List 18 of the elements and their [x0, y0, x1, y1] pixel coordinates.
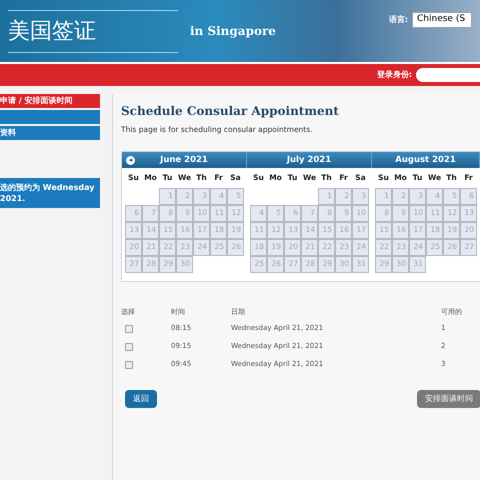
month-title: June 2021 [160, 154, 208, 167]
month-title: August 2021 [395, 154, 456, 167]
site-title: 美国签证 [8, 10, 178, 52]
slot-checkbox[interactable] [125, 342, 133, 350]
site-subtitle: in Singapore [190, 23, 276, 40]
selected-appointment-notice: 选的预约为 Wednesday 2021. [0, 178, 100, 208]
sidebar-item[interactable]: 申请 / 安排面谈时间 [0, 94, 100, 108]
account-label: 登录身份: [376, 69, 412, 81]
slot-checkbox[interactable] [125, 360, 133, 368]
month-title: July 2021 [286, 154, 332, 167]
slot-checkbox[interactable] [125, 324, 133, 332]
account-field[interactable] [416, 68, 480, 82]
back-button[interactable]: 返回 [125, 390, 157, 408]
page-title: Schedule Consular Appointment [121, 103, 340, 120]
schedule-button[interactable]: 安排面谈时间 [417, 390, 480, 408]
language-select[interactable]: Chinese (S [412, 12, 472, 28]
language-label: 语言: [388, 14, 408, 26]
sidebar-item[interactable]: 资料 [0, 126, 100, 140]
